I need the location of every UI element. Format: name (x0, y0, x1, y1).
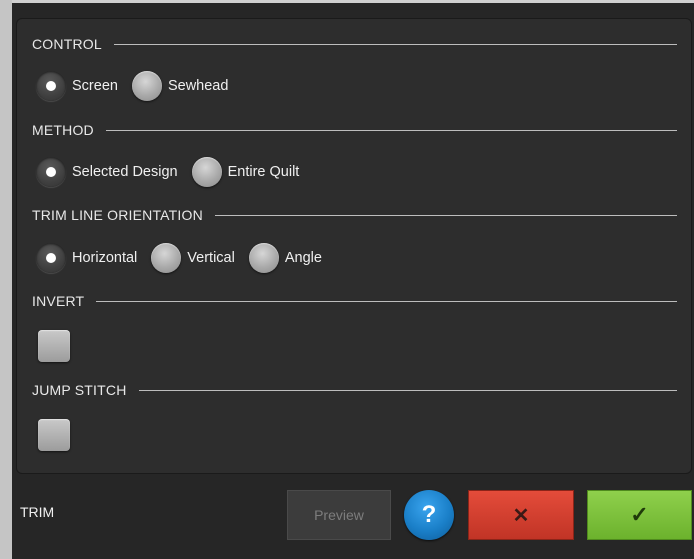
orientation-angle-radio[interactable]: Angle (248, 243, 322, 273)
cancel-button[interactable]: ✕ (468, 490, 574, 540)
control-section-header: CONTROL (32, 35, 677, 53)
method-selected-design-radio[interactable]: Selected Design (36, 157, 178, 187)
radio-selected-icon (36, 243, 66, 273)
radio-label: Angle (284, 250, 322, 266)
control-radio-group: Screen Sewhead (36, 69, 242, 103)
control-screen-radio[interactable]: Screen (36, 71, 118, 101)
method-section-title: METHOD (32, 122, 94, 138)
jump-stitch-section-title: JUMP STITCH (32, 382, 127, 398)
radio-selected-icon (36, 71, 66, 101)
section-divider (105, 129, 677, 131)
orientation-horizontal-radio[interactable]: Horizontal (36, 243, 137, 273)
section-divider (138, 389, 677, 391)
dialog-title: TRIM (20, 504, 55, 520)
invert-section-title: INVERT (32, 293, 85, 309)
ok-button[interactable]: ✓ (587, 490, 692, 540)
radio-unselected-icon (191, 157, 222, 187)
orientation-section-title: TRIM LINE ORIENTATION (32, 207, 203, 223)
radio-label: Vertical (187, 250, 235, 266)
radio-unselected-icon (131, 71, 162, 101)
close-icon: ✕ (512, 504, 530, 527)
method-section-header: METHOD (32, 121, 677, 139)
radio-label: Sewhead (167, 78, 229, 94)
check-icon: ✓ (630, 502, 649, 527)
control-section-title: CONTROL (32, 36, 102, 52)
help-button[interactable]: ? (404, 490, 454, 540)
help-icon: ? (421, 501, 437, 528)
orientation-vertical-radio[interactable]: Vertical (151, 243, 235, 273)
control-sewhead-radio[interactable]: Sewhead (131, 71, 229, 101)
orientation-section-header: TRIM LINE ORIENTATION (32, 206, 677, 224)
window: CONTROL Screen Sewhead METHOD Selected D… (0, 0, 694, 559)
orientation-radio-group: Horizontal Vertical Angle (36, 241, 336, 275)
radio-unselected-icon (248, 243, 279, 273)
radio-label: Screen (72, 78, 118, 94)
radio-label: Horizontal (72, 250, 138, 266)
section-divider (96, 300, 677, 302)
preview-button[interactable]: Preview (287, 490, 391, 540)
method-radio-group: Selected Design Entire Quilt (36, 155, 313, 189)
radio-label: Selected Design (72, 164, 178, 180)
jump-stitch-section-header: JUMP STITCH (32, 381, 677, 399)
radio-label: Entire Quilt (227, 164, 300, 180)
invert-section-header: INVERT (32, 292, 677, 310)
method-entire-quilt-radio[interactable]: Entire Quilt (191, 157, 300, 187)
radio-unselected-icon (151, 243, 182, 273)
section-divider (214, 214, 677, 216)
jump-stitch-checkbox[interactable] (38, 419, 70, 451)
section-divider (113, 43, 677, 45)
invert-checkbox[interactable] (38, 330, 70, 362)
radio-selected-icon (36, 157, 66, 187)
